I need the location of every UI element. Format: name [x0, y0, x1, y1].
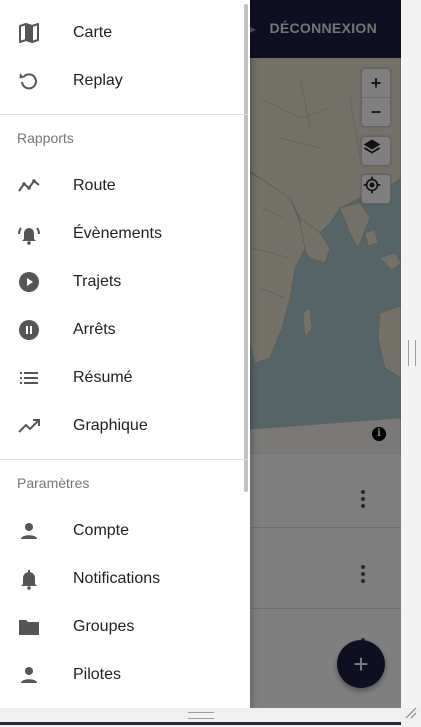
nav-item-label: Arrêts [73, 321, 116, 338]
nav-item-groupes[interactable]: Groupes [0, 603, 240, 651]
replay-icon [19, 73, 37, 90]
trending-up-icon [18, 419, 40, 433]
nav-item-route[interactable]: Route [0, 162, 240, 210]
nav-item-label: Groupes [73, 618, 135, 635]
play-circle-icon [19, 272, 39, 292]
list-icon [20, 372, 38, 384]
bottom-resize-handle[interactable] [188, 712, 214, 719]
nav-item-label: Résumé [73, 369, 133, 386]
nav-item-compte[interactable]: Compte [0, 507, 240, 555]
nav-item-label: Compte [73, 522, 130, 539]
nav-item-trajets[interactable]: Trajets [0, 258, 240, 306]
bottom-edge [0, 722, 401, 725]
divider [0, 459, 248, 460]
nav-item-label: Pilotes [73, 666, 122, 683]
nav-item-label: Trajets [73, 273, 122, 290]
nav-item-pilotes[interactable]: Pilotes [0, 651, 240, 699]
divider [0, 114, 248, 115]
person-icon [21, 523, 37, 539]
nav-item-label: Replay [73, 72, 123, 89]
nav-item-label: Graphique [73, 417, 148, 434]
nav-item-label: Évènements [73, 225, 162, 242]
section-header-parametres: Paramètres [17, 475, 90, 491]
side-resize-handle[interactable] [408, 340, 416, 366]
nav-item-notifications[interactable]: Notifications [0, 555, 240, 603]
nav-item-resume[interactable]: Résumé [0, 354, 240, 402]
bell-icon [21, 570, 37, 590]
navigation-drawer: Carte Replay Rapports Route Évènements T… [0, 0, 250, 708]
nav-item-replay[interactable]: Replay [0, 57, 240, 105]
person-icon [21, 667, 37, 683]
route-icon [18, 179, 40, 192]
map-icon [19, 23, 39, 43]
notifications-active-icon [18, 227, 40, 245]
nav-item-carte[interactable]: Carte [0, 9, 240, 57]
nav-item-label: Notifications [73, 570, 161, 587]
nav-item-arrets[interactable]: Arrêts [0, 306, 240, 354]
nav-item-evenements[interactable]: Évènements [0, 210, 240, 258]
corner-resize-icon[interactable] [405, 707, 417, 719]
nav-item-label: Route [73, 177, 116, 194]
section-header-rapports: Rapports [17, 130, 74, 146]
nav-item-label: Carte [73, 24, 113, 41]
drawer-scrollbar[interactable] [244, 4, 248, 492]
nav-item-graphique[interactable]: Graphique [0, 402, 240, 450]
folder-icon [19, 620, 39, 635]
app-window: ▸ DÉCONNEXION + − [0, 0, 401, 720]
pause-circle-icon [19, 320, 39, 340]
